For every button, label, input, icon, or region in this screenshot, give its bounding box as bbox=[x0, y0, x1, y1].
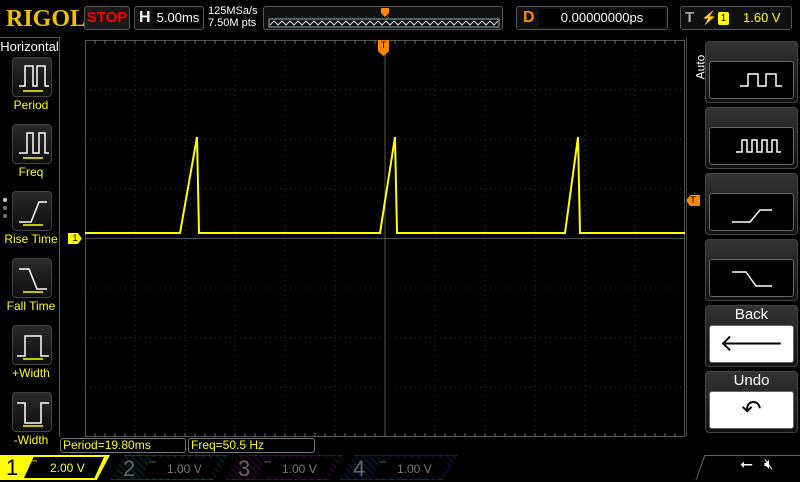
mute-icon[interactable]: 🔇︎ bbox=[764, 456, 773, 473]
square-wave-icon bbox=[740, 73, 782, 87]
usb-icon: ⭠ bbox=[740, 456, 753, 473]
channel-3-tab[interactable]: 3 ⎓ 1.00 V bbox=[225, 455, 343, 480]
channel-number: 2 bbox=[123, 456, 136, 481]
trigger-box[interactable]: T ⚡ 1 1.60 V bbox=[680, 6, 792, 30]
channel-1-tab[interactable]: 1 ⎓ 2.00 V bbox=[0, 455, 110, 480]
period-button[interactable] bbox=[12, 57, 52, 97]
dc-coupling-icon: ⎓ bbox=[379, 457, 387, 467]
timebase-value: 5.00ms bbox=[153, 9, 203, 27]
fast-square-wave-icon bbox=[736, 139, 781, 153]
rise-time-icon bbox=[19, 201, 47, 226]
button-label: Undo bbox=[733, 372, 770, 389]
timebase-box[interactable]: H 5.00ms bbox=[134, 6, 204, 30]
freq-button[interactable] bbox=[12, 124, 52, 164]
acquisition-info: 125MSa/s 7.50M pts bbox=[208, 5, 258, 29]
trigger-label: T bbox=[685, 9, 695, 26]
waveform-grid bbox=[85, 40, 685, 437]
menu-title: Horizontal bbox=[0, 39, 59, 54]
auto-menu-button-2[interactable] bbox=[705, 107, 798, 169]
width-button[interactable] bbox=[12, 325, 52, 365]
delay-box[interactable]: D 0.00000000ps bbox=[516, 6, 668, 30]
freq-icon bbox=[19, 132, 49, 159]
sample-rate: 125MSa/s bbox=[208, 5, 258, 17]
channel-2-tab[interactable]: 2 ⎓ 1.00 V bbox=[110, 455, 228, 480]
channel-scale: 1.00 V bbox=[397, 462, 432, 476]
page-indicator bbox=[3, 198, 7, 222]
memory-waveform-icon bbox=[268, 8, 500, 28]
delay-value: 0.00000000ps bbox=[539, 9, 665, 27]
channel-4-tab[interactable]: 4 ⎓ 1.00 V bbox=[340, 455, 458, 480]
timebase-label: H bbox=[139, 9, 151, 26]
menu-item-label: Freq bbox=[18, 165, 44, 179]
rising-edge-icon bbox=[732, 209, 772, 223]
channel-scale: 1.00 V bbox=[167, 462, 202, 476]
fall-time-button[interactable] bbox=[12, 258, 52, 298]
menu-item-label: +Width bbox=[12, 366, 50, 380]
channel-number: 1 bbox=[6, 455, 19, 480]
width-button[interactable] bbox=[12, 392, 52, 432]
menu-item-label: Fall Time bbox=[6, 299, 56, 313]
menu-item-label: Period bbox=[13, 98, 49, 112]
auto-menu-button-3[interactable] bbox=[705, 173, 798, 235]
measurement-period: Period=19.80ms bbox=[60, 438, 186, 453]
rigol-logo: RIGOL bbox=[6, 6, 87, 32]
memory-depth: 7.50M pts bbox=[208, 17, 257, 29]
auto-menu-button-4[interactable] bbox=[705, 239, 798, 301]
run-stop-status[interactable]: STOP bbox=[84, 6, 130, 30]
menu-item-label: Rise Time bbox=[4, 232, 58, 246]
auto-menu-button-6[interactable]: Undo ↶ bbox=[705, 371, 798, 433]
trigger-channel: 1 bbox=[718, 12, 729, 25]
ch1-offset-marker[interactable]: 1 bbox=[68, 233, 82, 244]
channel-number: 4 bbox=[353, 456, 366, 481]
negative-width-icon bbox=[17, 402, 49, 427]
rising-edge-icon: ⚡ bbox=[701, 10, 718, 25]
button-label: Back bbox=[734, 306, 769, 323]
rise-time-button[interactable] bbox=[12, 191, 52, 231]
auto-menu-buttons: Back 🡐 Undo ↶ bbox=[688, 37, 800, 437]
measurement-freq: Freq=50.5 Hz bbox=[188, 438, 315, 453]
dc-coupling-icon: ⎓ bbox=[264, 457, 272, 467]
auto-menu-button-1[interactable] bbox=[705, 41, 798, 103]
menu-item-label: -Width bbox=[13, 433, 49, 447]
memory-overview bbox=[263, 6, 503, 30]
trigger-level: 1.60 V bbox=[743, 10, 781, 25]
undo-icon: ↶ bbox=[741, 396, 762, 423]
dc-coupling-icon: ⎓ bbox=[149, 457, 157, 467]
delay-label: D bbox=[523, 9, 535, 26]
period-icon bbox=[19, 65, 49, 92]
falling-edge-icon bbox=[732, 271, 772, 287]
back-arrow-icon: 🡐 bbox=[719, 330, 784, 357]
dc-coupling-icon: ⎓ bbox=[30, 456, 38, 466]
auto-menu-button-5[interactable]: Back 🡐 bbox=[705, 305, 798, 367]
channel-number: 3 bbox=[238, 456, 251, 481]
positive-width-icon bbox=[17, 335, 49, 360]
channel-scale: 2.00 V bbox=[50, 461, 85, 475]
channel-scale: 1.00 V bbox=[282, 462, 317, 476]
fall-time-icon bbox=[19, 268, 47, 293]
